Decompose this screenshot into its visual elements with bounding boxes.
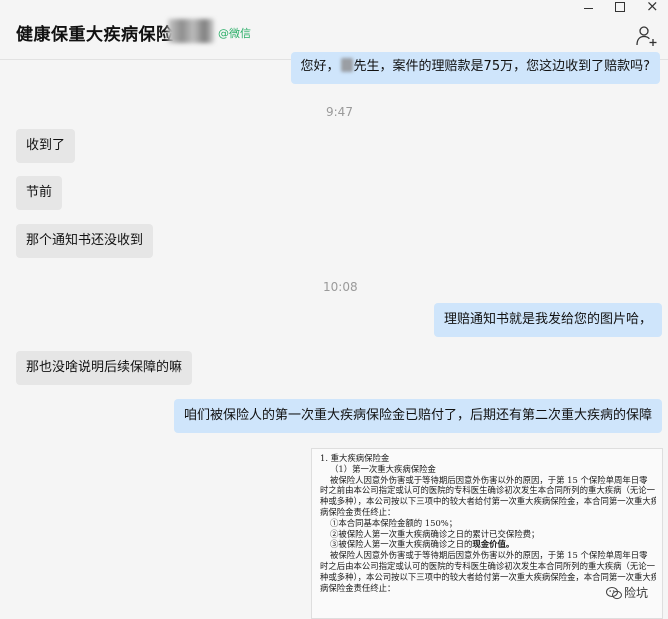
message-list[interactable]: 您好， 先生，案件的理赔款是75万，您这边收到了赔款吗? 9:47 收到了 节前 …	[0, 52, 668, 619]
watermark: 险坑	[603, 585, 650, 600]
chat-scrollbar[interactable]	[662, 60, 668, 619]
message-text: 那个通知书还没收到	[26, 233, 144, 248]
redacted-name-blur	[340, 58, 353, 72]
doc-line: ③被保险人第一次重大疾病确诊之日的现金价值。	[330, 539, 515, 550]
add-member-icon[interactable]	[636, 25, 658, 47]
message-text: 您好，	[300, 59, 340, 74]
message-bubble-self[interactable]: 咱们被保险人的第一次重大疾病保险金已赔付了，后期还有第二次重大疾病的保障	[173, 399, 662, 433]
window-controls: ×	[572, 0, 668, 16]
message-bubble-self[interactable]: 理赔通知书就是我发给您的图片哈，	[433, 303, 662, 337]
maximize-icon	[615, 2, 625, 12]
message-bubble-other[interactable]: 那也没啥说明后续保障的嘛	[16, 351, 193, 385]
message-text: 理赔通知书就是我发给您的图片哈，	[443, 312, 652, 327]
doc-line: 种或多种），本公司按以下三项中的较大者给付第一次重大疾病保险金，本合同第一次重大…	[320, 571, 656, 582]
message-text: 那也没啥说明后续保障的嘛	[26, 360, 183, 375]
message-bubble-other[interactable]: 收到了	[16, 129, 76, 163]
redacted-name-blur	[168, 19, 214, 43]
doc-subheading: （1）第一次重大疾病保险金	[330, 463, 436, 474]
chat-header: 健康保重大疾病保险 @微信	[0, 0, 668, 60]
timestamp: 9:47	[326, 105, 353, 119]
doc-line: 被保险人因意外伤害或于等待期后因意外伤害以外的原因，于第 15 个保险单周年日零	[330, 474, 648, 485]
doc-line: 时之前由本公司指定或认可的医院的专科医生确诊初次发生本合同所列的重大疾病（无论一	[320, 485, 655, 496]
message-bubble-other[interactable]: 那个通知书还没收到	[16, 224, 154, 258]
message-bubble-self[interactable]: 您好， 先生，案件的理赔款是75万，您这边收到了赔款吗?	[290, 52, 660, 84]
message-text: 节前	[26, 185, 53, 200]
chat-window: 健康保重大疾病保险 @微信 × 您好， 先生，案件的理赔款是75万，您这边收到了赔…	[0, 0, 668, 619]
policy-document-image[interactable]: 1. 重大疾病保险金 （1）第一次重大疾病保险金 被保险人因意外伤害或于等待期后…	[311, 448, 663, 619]
minimize-button[interactable]	[572, 0, 604, 16]
doc-line: 被保险人因意外伤害或于等待期后因意外伤害以外的原因，于第 15 个保险单周年日零	[330, 550, 648, 561]
maximize-button[interactable]	[604, 0, 636, 16]
doc-emphasis: 现金价值。	[472, 539, 515, 550]
watermark-logo-icon	[605, 587, 622, 600]
doc-line: ①本合同基本保险金额的 150%；	[330, 517, 458, 528]
wechat-tag[interactable]: @微信	[218, 25, 251, 41]
minimize-icon	[584, 8, 593, 9]
doc-line: ②被保险人第一次重大疾病确诊之日的累计已交保险费；	[330, 528, 540, 539]
message-text: 先生，案件的理赔款是75万，您这边收到了赔款吗?	[353, 59, 650, 74]
chat-title: 健康保重大疾病保险	[16, 25, 174, 45]
message-bubble-other[interactable]: 节前	[16, 176, 63, 210]
doc-line: 时之后由本公司指定或认可的医院的专科医生确诊初次发生本合同所列的重大疾病（无论一	[320, 560, 655, 571]
doc-line: 病保险金责任终止：	[320, 506, 396, 517]
close-button[interactable]: ×	[636, 0, 668, 16]
message-text: 咱们被保险人的第一次重大疾病保险金已赔付了，后期还有第二次重大疾病的保障	[183, 408, 652, 423]
timestamp: 10:08	[323, 280, 358, 294]
doc-heading: 1. 重大疾病保险金	[320, 453, 390, 463]
message-text: 收到了	[26, 138, 66, 153]
doc-line: 种或多种），本公司按以下三项中的较大者给付第一次重大疾病保险金，本合同第一次重大…	[320, 496, 656, 507]
close-icon: ×	[646, 0, 659, 15]
watermark-text: 险坑	[623, 585, 648, 600]
